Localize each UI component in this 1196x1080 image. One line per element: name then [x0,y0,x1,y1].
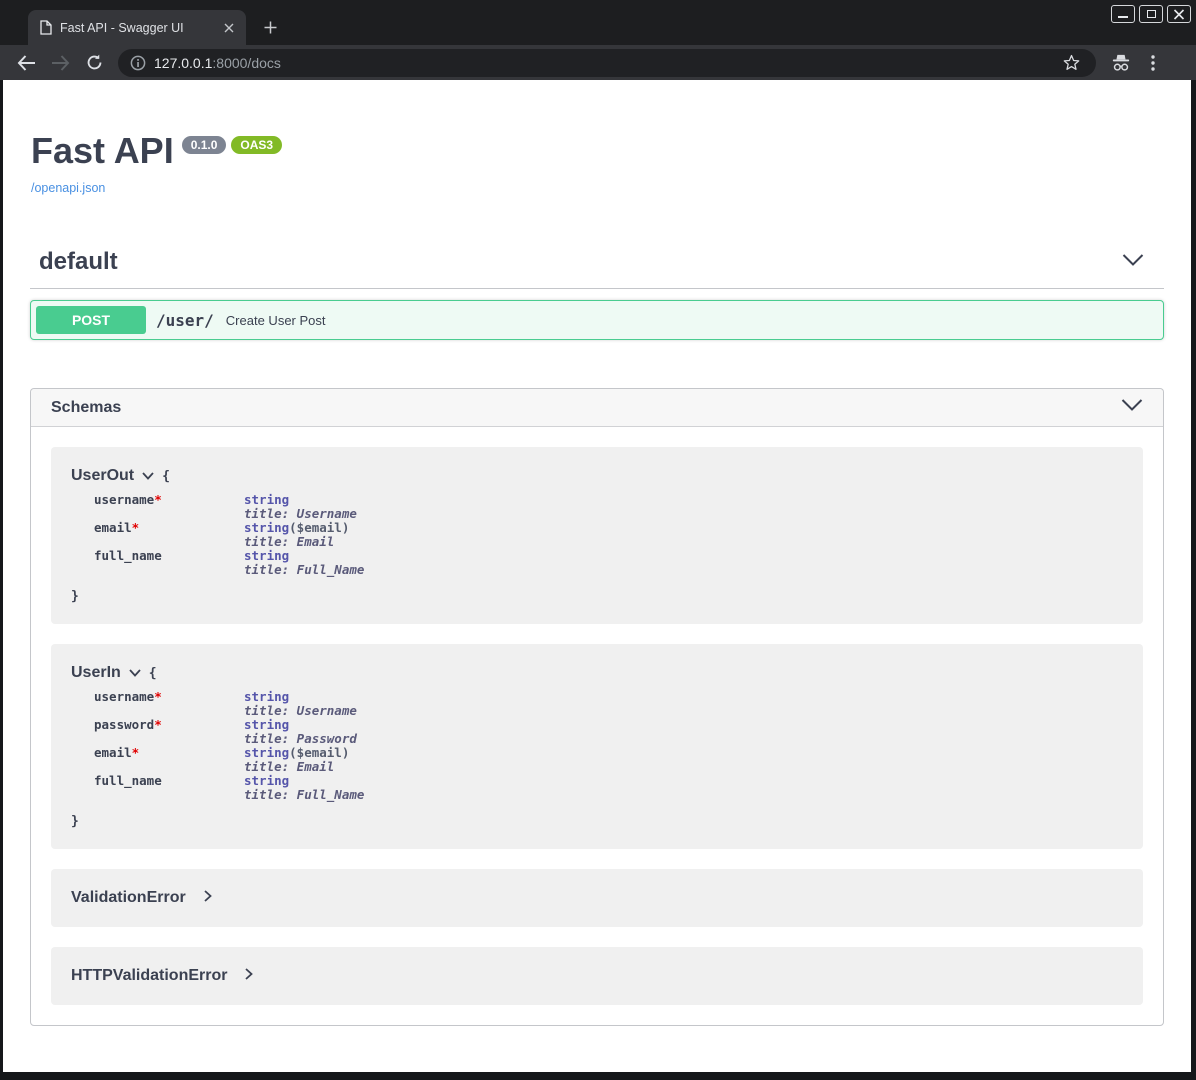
chevron-down-icon [129,664,141,682]
schemas-title: Schemas [51,399,121,417]
model-toggle[interactable]: UserOut { [71,467,1123,485]
api-info: Fast API 0.1.0OAS3 /openapi.json [31,130,1191,195]
property-row: password* string title: Password [94,718,1123,746]
opblock-post-user[interactable]: POST /user/ Create User Post [30,300,1164,340]
operation-summary: Create User Post [226,313,326,328]
page-content: Fast API0.1.0OAS3 /openapi.json default … [0,80,1196,1080]
model-userout: UserOut { username* string ti [51,447,1143,624]
model-name: UserOut [71,467,134,485]
required-star: * [132,520,140,535]
chevron-down-icon [142,467,154,485]
chevron-right-icon [245,967,253,985]
back-icon[interactable] [10,48,42,78]
chevron-down-icon [1121,398,1143,417]
browser-titlebar: Fast API - Swagger UI [0,0,1196,45]
model-toggle[interactable]: UserIn { [71,664,1123,682]
required-star: * [154,689,162,704]
forward-icon[interactable] [44,48,76,78]
page-info-icon[interactable] [130,55,146,71]
tab-close-icon[interactable] [220,19,238,37]
incognito-icon [1106,48,1136,78]
minimize-icon[interactable] [1111,5,1135,23]
operation-path: /user/ [156,311,214,330]
schemas-section: Schemas UserOut { [30,388,1164,1026]
method-badge: POST [36,306,146,334]
menu-kebab-icon[interactable] [1138,48,1168,78]
document-icon [40,20,52,35]
required-star: * [132,745,140,760]
chevron-down-icon [1122,253,1144,272]
tag-name: default [39,248,118,276]
close-icon[interactable] [1167,5,1191,23]
page-title: Fast API [31,130,174,172]
property-row: username* string title: Username [94,493,1123,521]
open-brace: { [162,469,170,484]
tab-title: Fast API - Swagger UI [60,21,212,35]
model-name: HTTPValidationError [71,967,227,985]
model-httpvalidationerror[interactable]: HTTPValidationError [51,947,1143,1005]
openapi-spec-link[interactable]: /openapi.json [31,181,1191,195]
reload-icon[interactable] [78,48,110,78]
open-brace: { [149,666,157,681]
bookmark-star-icon[interactable] [1056,48,1086,78]
address-bar[interactable]: 127.0.0.1:8000/docs [118,49,1096,77]
url-text[interactable]: 127.0.0.1:8000/docs [154,55,281,71]
browser-toolbar: 127.0.0.1:8000/docs [0,45,1196,80]
model-name: UserIn [71,664,121,682]
close-brace: } [71,815,1123,829]
chevron-right-icon [204,889,212,907]
property-row: email* string($email) title: Email [94,521,1123,549]
maximize-icon[interactable] [1139,5,1163,23]
browser-tab[interactable]: Fast API - Swagger UI [28,10,246,45]
model-userin: UserIn { username* string tit [51,644,1143,849]
property-row: full_name string title: Full_Name [94,549,1123,577]
required-star: * [154,492,162,507]
version-badge: 0.1.0 [182,136,227,154]
close-brace: } [71,590,1123,604]
tag-section-default[interactable]: default [30,248,1164,289]
required-star: * [154,717,162,732]
model-validationerror[interactable]: ValidationError [51,869,1143,927]
property-row: username* string title: Username [94,690,1123,718]
new-tab-icon[interactable] [258,15,282,39]
oas3-badge: OAS3 [231,136,282,154]
property-row: full_name string title: Full_Name [94,774,1123,802]
model-name: ValidationError [71,889,186,907]
browser-window: Fast API - Swagger UI [0,0,1196,1080]
schemas-header[interactable]: Schemas [31,389,1163,427]
property-row: email* string($email) title: Email [94,746,1123,774]
